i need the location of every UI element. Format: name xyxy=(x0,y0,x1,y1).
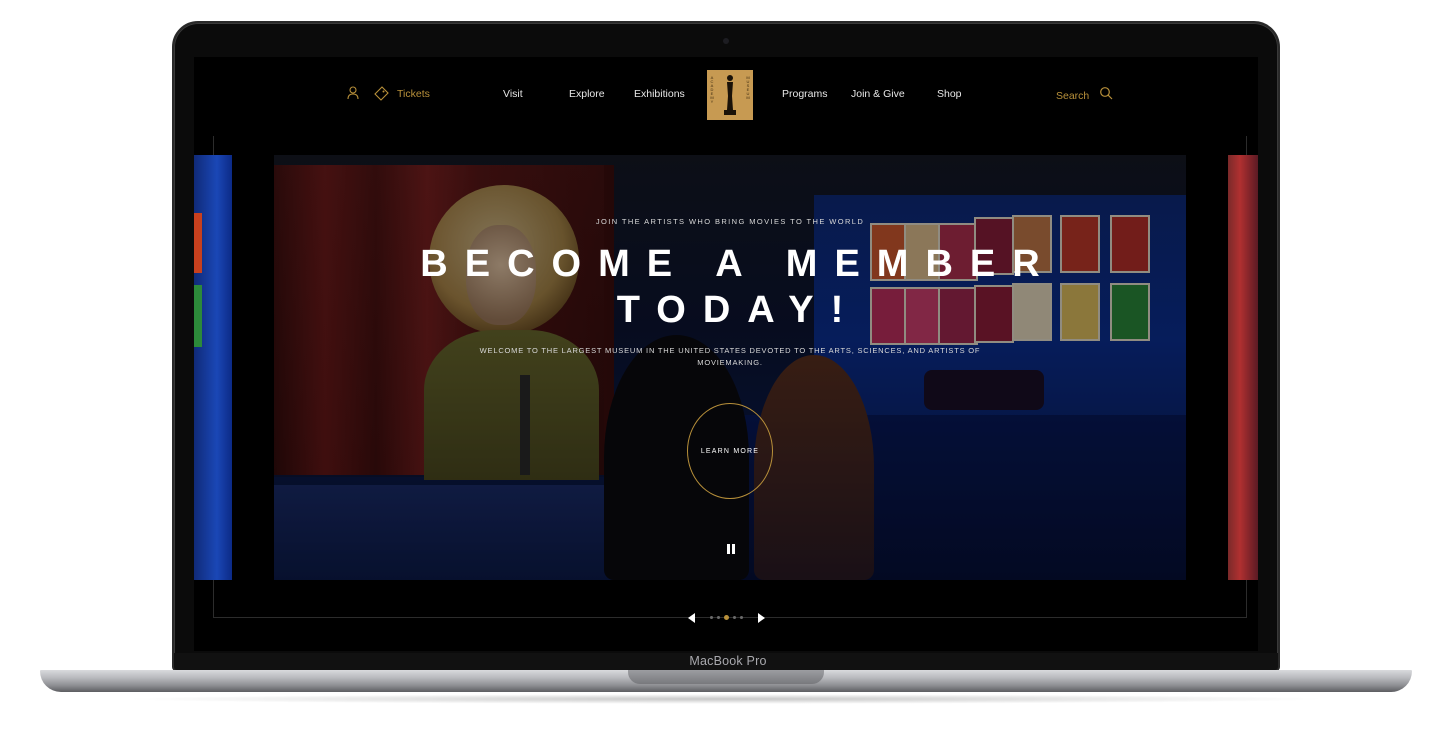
previous-arrow-icon[interactable] xyxy=(688,613,695,623)
hero-headline-line1: BECOME A MEMBER xyxy=(420,243,1057,285)
hero-headline-line2: TODAY! xyxy=(616,289,861,331)
laptop-shadow xyxy=(120,694,1332,704)
learn-more-button[interactable]: LEARN MORE xyxy=(687,403,773,499)
top-navigation: Tickets Visit Explore Exhibitions ACADEM… xyxy=(194,57,1258,137)
laptop-mockup: Tickets Visit Explore Exhibitions ACADEM… xyxy=(0,0,1456,755)
hero-kicker: JOIN THE ARTISTS WHO BRING MOVIES TO THE… xyxy=(595,217,865,226)
next-slide-peek[interactable] xyxy=(1228,155,1258,580)
nav-tickets-link[interactable]: Tickets xyxy=(397,88,430,100)
hero-headline: BECOME A MEMBER TODAY! xyxy=(274,241,1186,333)
carousel-dot[interactable] xyxy=(717,616,720,619)
nav-shop-link[interactable]: Shop xyxy=(937,88,962,100)
device-model-label: MacBook Pro xyxy=(689,654,767,668)
nav-join-give-link[interactable]: Join & Give xyxy=(851,88,905,100)
next-arrow-icon[interactable] xyxy=(758,613,765,623)
logo-vertical-text: ACADEMY xyxy=(710,75,714,104)
nav-exhibitions-link[interactable]: Exhibitions xyxy=(634,88,685,100)
hero-subtitle: WELCOME TO THE LARGEST MUSEUM IN THE UNI… xyxy=(479,346,981,367)
ticket-icon[interactable] xyxy=(374,86,389,101)
webcam xyxy=(723,38,729,44)
pause-button[interactable] xyxy=(727,544,735,554)
pause-icon xyxy=(727,544,730,554)
carousel-dot[interactable] xyxy=(740,616,743,619)
carousel-dot[interactable] xyxy=(710,616,713,619)
slide-peek-art xyxy=(194,285,202,347)
logo-vertical-text-right: MUSEUM xyxy=(746,75,750,100)
laptop-opening-notch xyxy=(628,670,824,684)
laptop-screen: Tickets Visit Explore Exhibitions ACADEM… xyxy=(194,57,1258,651)
search-icon[interactable] xyxy=(1099,86,1113,100)
oscar-statuette-icon xyxy=(724,75,736,115)
nav-programs-link[interactable]: Programs xyxy=(782,88,828,100)
nav-visit-link[interactable]: Visit xyxy=(503,88,523,100)
learn-more-label: LEARN MORE xyxy=(700,447,760,455)
previous-slide-peek[interactable] xyxy=(194,155,232,580)
hero-slide: JOIN THE ARTISTS WHO BRING MOVIES TO THE… xyxy=(274,155,1186,580)
carousel-dot[interactable] xyxy=(733,616,736,619)
carousel-dot-active[interactable] xyxy=(724,615,729,620)
pause-icon-bar xyxy=(732,544,735,554)
search-link[interactable]: Search xyxy=(1056,90,1089,102)
slide-peek-art xyxy=(194,213,202,273)
nav-explore-link[interactable]: Explore xyxy=(569,88,605,100)
academy-museum-logo[interactable]: ACADEMY MUSEUM xyxy=(707,70,753,120)
carousel-pager xyxy=(688,612,770,624)
user-account-icon[interactable] xyxy=(347,86,359,100)
